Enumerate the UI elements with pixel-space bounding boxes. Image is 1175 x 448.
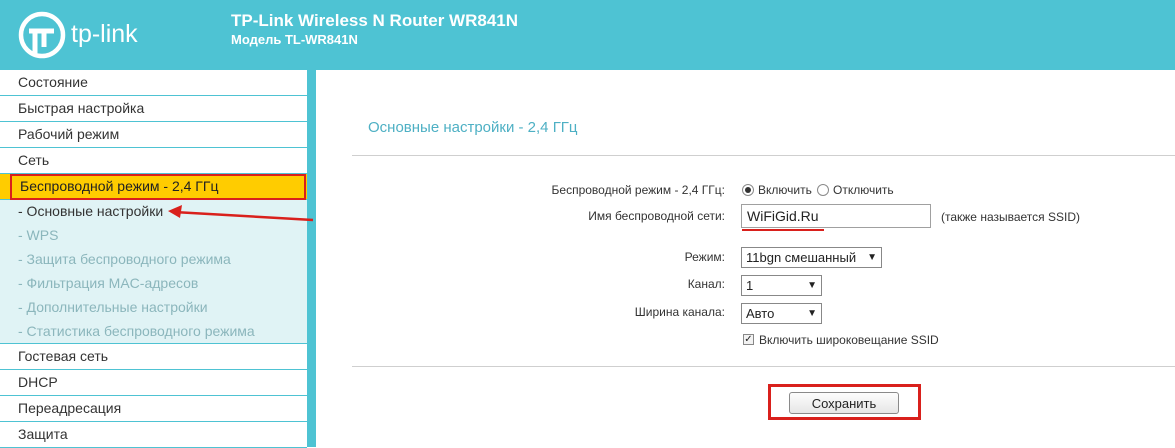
- dropdown-arrow-icon: ▼: [807, 308, 817, 319]
- submenu-mac-filtering[interactable]: - Фильтрация MAC-адресов: [18, 273, 198, 293]
- sidebar-item-label: Беспроводной режим - 2,4 ГГц: [20, 178, 219, 194]
- mode-label: Режим:: [684, 250, 725, 264]
- logo-text: tp-link: [71, 20, 138, 48]
- annotation-arrow-icon: [168, 205, 314, 222]
- channel-width-select[interactable]: Авто ▼: [741, 303, 822, 324]
- sidebar-item-guest-network[interactable]: Гостевая сеть: [0, 344, 307, 370]
- sidebar-item-label: Защита: [18, 426, 68, 442]
- dropdown-arrow-icon: ▼: [867, 252, 877, 263]
- page-title: Основные настройки - 2,4 ГГц: [368, 119, 578, 136]
- sidebar-item-label: DHCP: [18, 374, 58, 390]
- mode-select[interactable]: 11bgn смешанный ▼: [741, 247, 882, 268]
- mode-select-value: 11bgn смешанный: [746, 250, 857, 265]
- sidebar-item-label: Состояние: [18, 74, 88, 90]
- ssid-broadcast-checkbox[interactable]: ✓: [743, 334, 754, 345]
- divider-top: [352, 155, 1175, 156]
- sidebar-item-label: Сеть: [18, 152, 50, 168]
- header-bar: tp-link TP-Link Wireless N Router WR841N…: [0, 0, 1175, 70]
- ssid-label: Имя беспроводной сети:: [588, 209, 725, 223]
- submenu-wireless-security[interactable]: - Защита беспроводного режима: [18, 249, 231, 269]
- channel-width-label: Ширина канала:: [634, 305, 725, 319]
- sidebar-item-label: Переадресация: [18, 400, 122, 416]
- sidebar-item-network[interactable]: Сеть: [0, 148, 307, 174]
- sidebar-item-wireless-24[interactable]: Беспроводной режим - 2,4 ГГц: [10, 174, 306, 200]
- wireless-disable-label: Отключить: [833, 183, 894, 197]
- ssid-input[interactable]: [741, 204, 931, 228]
- wireless-enable-label: Включить: [758, 183, 812, 197]
- sidebar-item-label: Гостевая сеть: [18, 348, 109, 364]
- sidebar-item-label: Рабочий режим: [18, 126, 120, 142]
- channel-width-select-value: Авто: [746, 306, 775, 321]
- channel-label: Канал:: [687, 277, 725, 291]
- sidebar-item-dhcp[interactable]: DHCP: [0, 370, 307, 396]
- submenu-advanced[interactable]: - Дополнительные настройки: [18, 297, 208, 317]
- ssid-underline-annotation: [742, 229, 824, 231]
- router-title: TP-Link Wireless N Router WR841N: [231, 11, 519, 30]
- wireless-enable-radio[interactable]: [742, 184, 754, 196]
- wireless-disable-radio[interactable]: [817, 184, 829, 196]
- sidebar-item-label: Быстрая настройка: [18, 100, 145, 116]
- channel-select-value: 1: [746, 278, 754, 293]
- sidebar-divider: [307, 70, 316, 447]
- submenu-wps[interactable]: - WPS: [18, 225, 58, 245]
- sidebar-item-quick-setup[interactable]: Быстрая настройка: [0, 96, 307, 122]
- ssid-broadcast-label: Включить широковещание SSID: [759, 333, 939, 347]
- wireless-mode-label: Беспроводной режим - 2,4 ГГц:: [551, 183, 725, 197]
- sidebar-item-forwarding[interactable]: Переадресация: [0, 396, 307, 422]
- sidebar-item-security[interactable]: Защита: [0, 422, 307, 448]
- sidebar-item-status[interactable]: Состояние: [0, 70, 307, 96]
- ssid-hint: (также называется SSID): [941, 210, 1080, 224]
- channel-select[interactable]: 1 ▼: [741, 275, 822, 296]
- dropdown-arrow-icon: ▼: [807, 280, 817, 291]
- submenu-basic-settings[interactable]: - Основные настройки: [18, 201, 163, 221]
- router-model: Модель TL-WR841N: [231, 32, 358, 47]
- submenu-statistics[interactable]: - Статистика беспроводного режима: [18, 321, 255, 341]
- save-button[interactable]: Сохранить: [789, 392, 899, 414]
- divider-bottom: [352, 366, 1175, 367]
- sidebar-item-operation-mode[interactable]: Рабочий режим: [0, 122, 307, 148]
